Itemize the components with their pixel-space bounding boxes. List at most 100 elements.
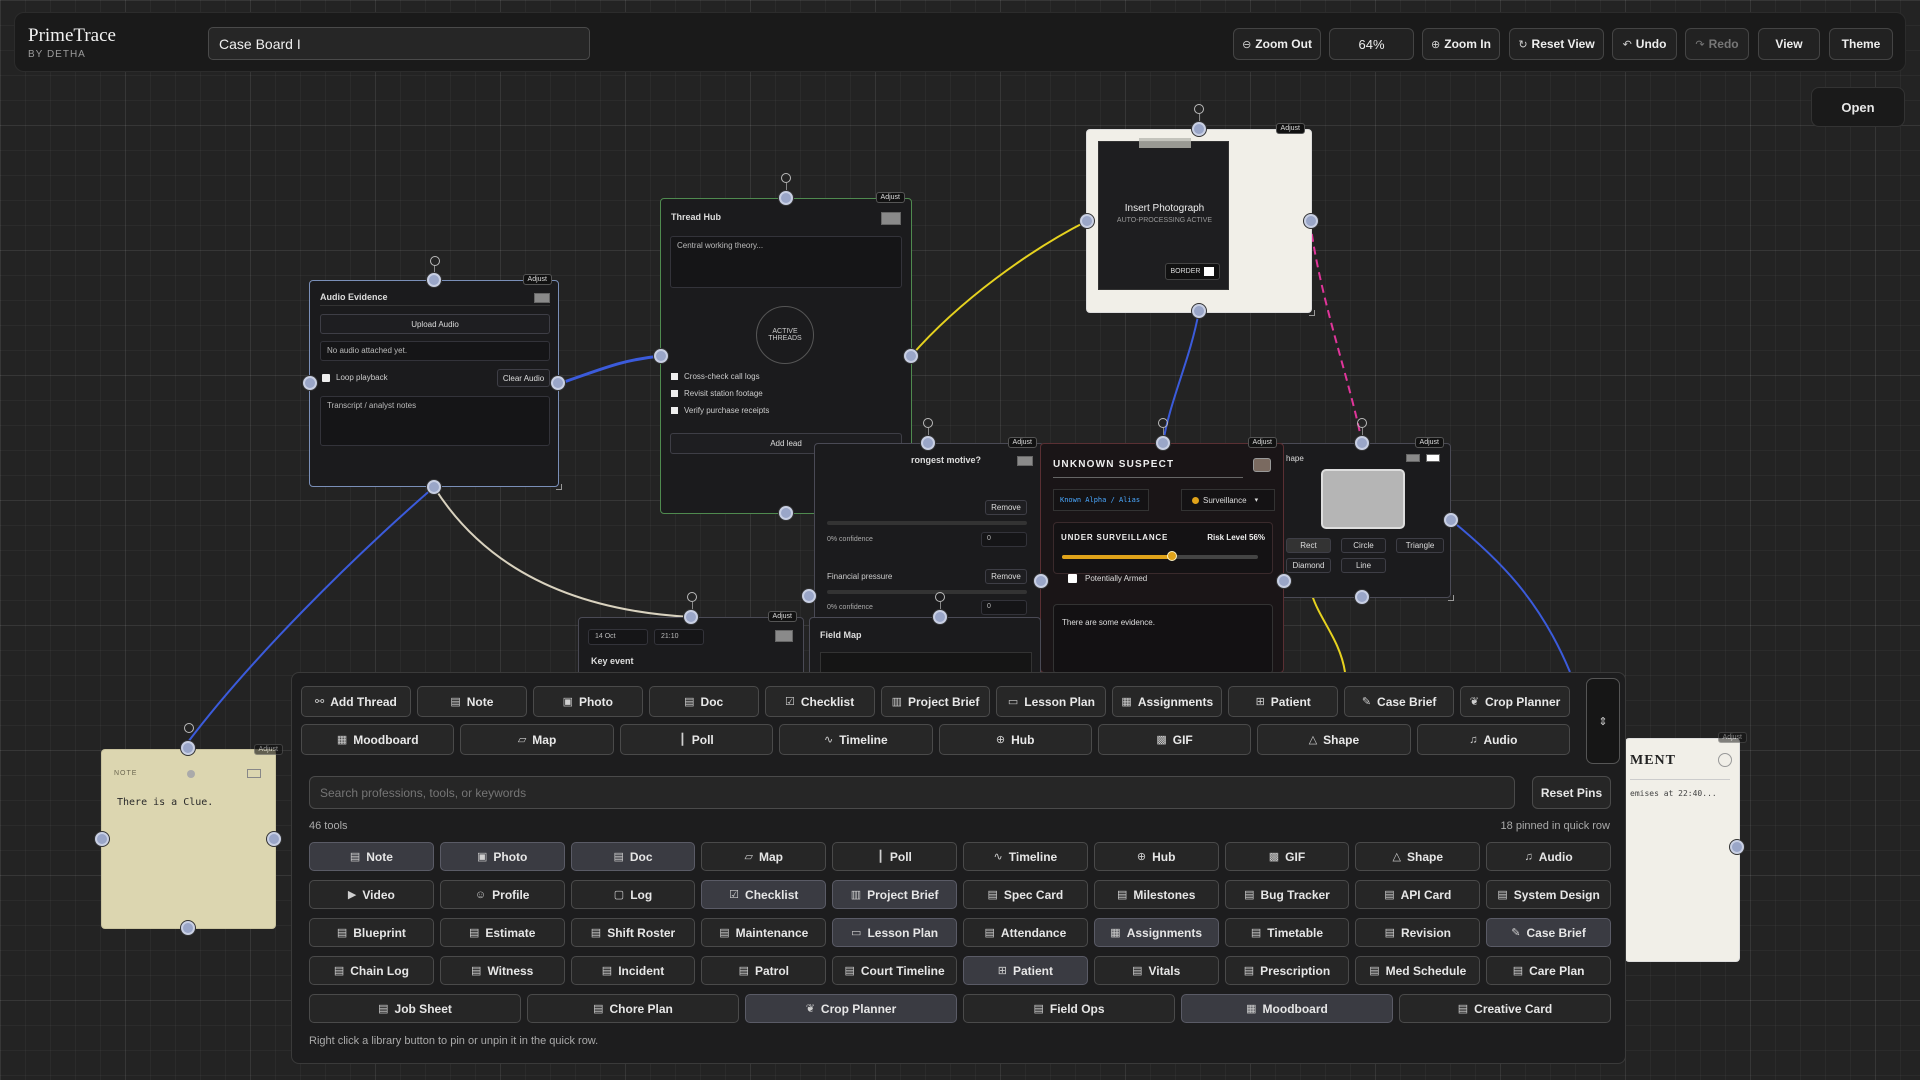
board-title-input[interactable] [208,27,590,60]
resize-corner[interactable] [1448,595,1454,601]
connector-handle[interactable] [551,376,565,390]
loop-checkbox[interactable] [322,374,330,382]
library-moodboard-button[interactable]: ▦ Moodboard [1181,994,1393,1023]
library-prescription-button[interactable]: ▤ Prescription [1224,956,1350,985]
quick-crop-planner-button[interactable]: ❦ Crop Planner [1460,686,1570,717]
quick-shape-button[interactable]: △ Shape [1257,724,1411,755]
theme-button[interactable]: Theme [1829,28,1893,60]
clear-audio-button[interactable]: Clear Audio [497,369,550,387]
library-timetable-button[interactable]: ▤ Timetable [1224,918,1350,947]
connector-handle[interactable] [1355,436,1369,450]
connector-handle[interactable] [1277,574,1291,588]
library-shape-button[interactable]: △ Shape [1355,842,1481,871]
rotate-handle[interactable] [923,418,933,428]
library-map-button[interactable]: ▱ Map [701,842,827,871]
border-toggle[interactable]: BORDER [1165,263,1220,280]
shape-option[interactable]: Line [1341,558,1386,573]
library-timeline-button[interactable]: ∿ Timeline [962,842,1088,871]
undo-button[interactable]: ↶ Undo [1612,28,1677,60]
quick-moodboard-button[interactable]: ▦ Moodboard [301,724,455,755]
library-incident-button[interactable]: ▤ Incident [570,956,696,985]
quick-photo-button[interactable]: ▣ Photo [532,686,643,717]
adjust-button[interactable]: Adjust [522,274,552,285]
library-system-design-button[interactable]: ▤ System Design [1486,880,1611,909]
library-api-card-button[interactable]: ▤ API Card [1355,880,1481,909]
library-photo-button[interactable]: ▣ Photo [439,842,565,871]
thread-checkbox[interactable] [671,390,678,397]
library-checklist-button[interactable]: ☑ Checklist [701,880,827,909]
library-profile-button[interactable]: ☺ Profile [439,880,565,909]
library-chain-log-button[interactable]: ▤ Chain Log [309,956,434,985]
library-chore-plan-button[interactable]: ▤ Chore Plan [527,994,739,1023]
library-witness-button[interactable]: ▤ Witness [439,956,565,985]
quick-patient-button[interactable]: ⊞ Patient [1228,686,1339,717]
thread-item[interactable]: Verify purchase receipts [671,402,903,419]
connector-handle[interactable] [95,832,109,846]
library-shift-roster-button[interactable]: ▤ Shift Roster [570,918,696,947]
connector-handle[interactable] [904,349,918,363]
connector-handle[interactable] [779,191,793,205]
library-vitals-button[interactable]: ▤ Vitals [1093,956,1219,985]
confidence-slider[interactable] [827,590,1027,594]
suspect-notes[interactable]: There are some evidence. [1053,604,1273,674]
reset-pins-button[interactable]: Reset Pins [1532,776,1611,809]
connector-handle[interactable] [802,589,816,603]
resize-corner[interactable] [1309,310,1315,316]
library-maintenance-button[interactable]: ▤ Maintenance [701,918,827,947]
quick-map-button[interactable]: ▱ Map [460,724,614,755]
collapse-toggle[interactable]: ⇕ [1586,678,1620,764]
zoom-in-button[interactable]: ⊕ Zoom In [1422,28,1500,60]
confidence-slider[interactable] [827,521,1027,525]
connector-handle[interactable] [1444,513,1458,527]
library-attendance-button[interactable]: ▤ Attendance [962,918,1088,947]
library-assignments-button[interactable]: ▦ Assignments [1093,918,1219,947]
color-swatch[interactable] [881,212,901,225]
rotate-handle[interactable] [1158,418,1168,428]
shape-card[interactable]: Adjust hape Rect Circle Triangle Diamond… [1275,437,1454,601]
adjust-button[interactable]: Adjust [875,192,905,203]
tool-search-input[interactable] [309,776,1515,809]
adjust-button[interactable]: Adjust [1414,437,1444,448]
motive-card[interactable]: Adjust rongest motive? Remove 0% confide… [814,437,1044,623]
shape-option[interactable]: Triangle [1396,538,1444,553]
library-job-sheet-button[interactable]: ▤ Job Sheet [309,994,521,1023]
rotate-handle[interactable] [1194,104,1204,114]
adjust-button[interactable]: Adjust [1717,732,1747,743]
adjust-button[interactable]: Adjust [1007,437,1037,448]
connector-handle[interactable] [1730,840,1744,854]
connector-handle[interactable] [933,610,947,624]
rotate-handle[interactable] [184,723,194,733]
connector-handle[interactable] [267,832,281,846]
note-text[interactable]: There is a Clue. [117,797,213,808]
quick-case-brief-button[interactable]: ✎ Case Brief [1344,686,1455,717]
view-button[interactable]: View [1758,28,1820,60]
quick-gif-button[interactable]: ▩ GIF [1097,724,1252,755]
connector-handle[interactable] [427,273,441,287]
field-map-card[interactable]: Field Map [809,617,1041,678]
library-video-button[interactable]: ▶ Video [309,880,434,909]
library-blueprint-button[interactable]: ▤ Blueprint [309,918,434,947]
connector-handle[interactable] [921,436,935,450]
library-revision-button[interactable]: ▤ Revision [1355,918,1481,947]
color-swatch[interactable] [1253,458,1271,472]
time-field[interactable]: 21:10 [654,629,704,645]
color-swatch[interactable] [775,630,793,642]
library-milestones-button[interactable]: ▤ Milestones [1093,880,1219,909]
quick-checklist-button[interactable]: ☑ Checklist [764,686,875,717]
transcript-notes[interactable]: Transcript / analyst notes [320,396,550,446]
confidence-value[interactable]: 0 [981,600,1027,615]
risk-knob[interactable] [1166,551,1177,561]
remove-button[interactable]: Remove [985,500,1027,515]
confidence-value[interactable]: 0 [981,532,1027,547]
quick-note-button[interactable]: ▤ Note [416,686,527,717]
quick-audio-button[interactable]: ♫ Audio [1416,724,1570,755]
shape-preview[interactable] [1321,469,1405,529]
library-med-schedule-button[interactable]: ▤ Med Schedule [1355,956,1481,985]
connector-handle[interactable] [654,349,668,363]
library-bug-tracker-button[interactable]: ▤ Bug Tracker [1224,880,1350,909]
library-care-plan-button[interactable]: ▤ Care Plan [1486,956,1611,985]
thread-checkbox[interactable] [671,407,678,414]
rotate-handle[interactable] [781,173,791,183]
thread-item[interactable]: Revisit station footage [671,385,903,402]
connector-handle[interactable] [1304,214,1318,228]
